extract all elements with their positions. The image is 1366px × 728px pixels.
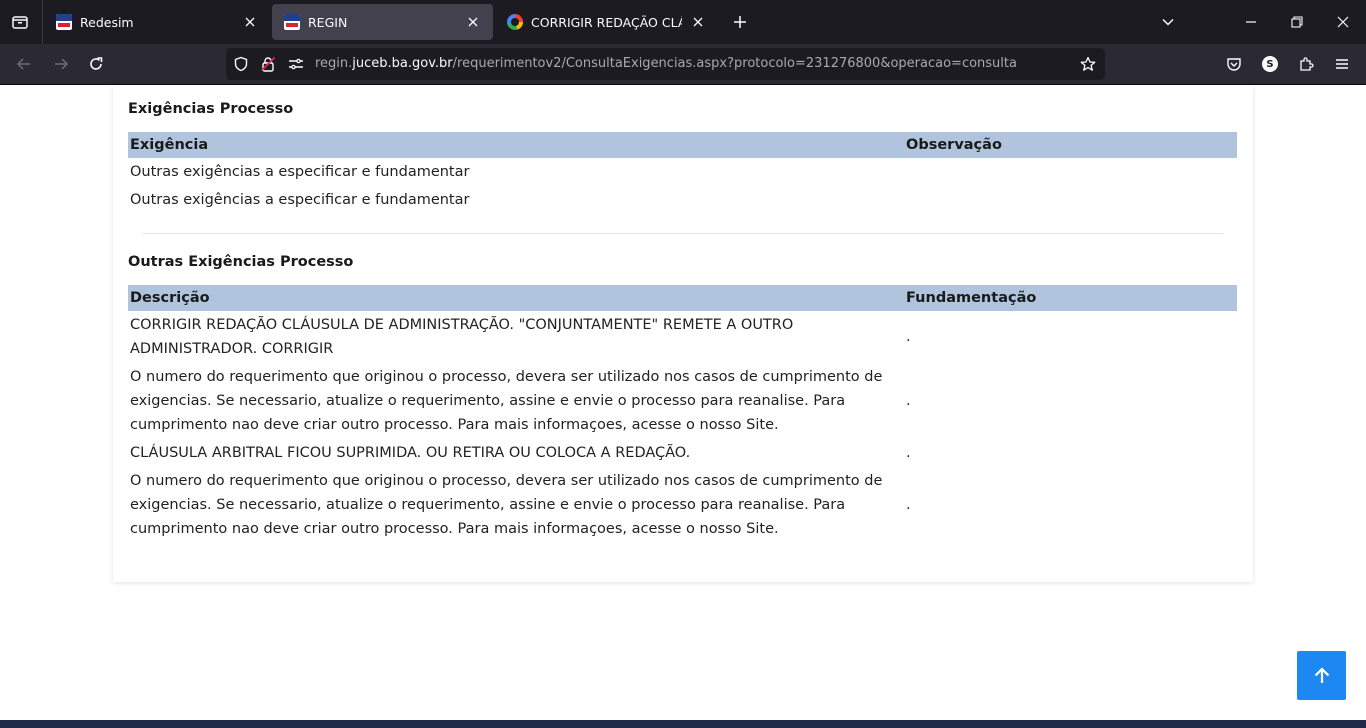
tab-list-icon[interactable] (8, 10, 32, 34)
column-header-observacao: Observação (906, 137, 1002, 153)
close-icon[interactable] (463, 12, 483, 32)
column-header-descricao: Descrição (130, 290, 210, 306)
pocket-icon[interactable] (1222, 52, 1246, 76)
extensions-icon[interactable] (1294, 52, 1318, 76)
page-content: Exigências Processo Exigência Observação… (0, 85, 1366, 720)
section-divider (143, 233, 1223, 234)
insecure-lock-icon[interactable] (259, 55, 277, 73)
column-header-fundamentacao: Fundamentação (906, 290, 1037, 306)
new-tab-icon[interactable] (728, 10, 752, 34)
table-row: Outras exigências a especificar e fundam… (128, 186, 1237, 214)
account-avatar[interactable]: S (1258, 52, 1282, 76)
permissions-icon[interactable] (287, 55, 305, 73)
url-bar[interactable]: regin.juceb.ba.gov.br/requerimentov2/Con… (226, 48, 1105, 80)
close-icon[interactable] (240, 12, 260, 32)
tab-regin[interactable]: REGIN (272, 4, 493, 40)
cell-descricao: CORRIGIR REDAÇÃO CLÁUSULA DE ADMINISTRAÇ… (130, 317, 794, 357)
menu-hamburger-icon[interactable] (1330, 52, 1354, 76)
url-host: juceb.ba.gov.br (352, 56, 453, 71)
chevron-down-icon[interactable] (1154, 8, 1182, 36)
outras-exigencias-table: Descrição Fundamentação CORRIGIR REDAÇÃO… (128, 285, 1237, 543)
url-prefix: regin. (315, 56, 353, 71)
tab-redesim[interactable]: Redesim (44, 4, 270, 40)
bookmark-star-icon[interactable] (1079, 55, 1097, 73)
exigencias-card: Exigências Processo Exigência Observação… (113, 85, 1253, 582)
tab-separator (42, 0, 43, 44)
cell-exigencia: Outras exigências a especificar e fundam… (130, 164, 470, 180)
cell-fundamentacao: . (906, 445, 911, 461)
profile-initial: S (1262, 56, 1278, 72)
taskbar-edge (0, 720, 1366, 728)
ba-flag-icon (284, 14, 300, 30)
tab-label: CORRIGIR REDAÇÃO CLÁUSULA (531, 14, 682, 30)
cell-fundamentacao: . (906, 329, 911, 345)
scroll-to-top-button[interactable] (1297, 651, 1346, 700)
reload-icon[interactable] (84, 52, 108, 76)
url-path: /requerimentov2/ConsultaExigencias.aspx?… (452, 56, 1017, 71)
minimize-icon[interactable] (1237, 8, 1265, 36)
tab-bar: Redesim REGIN CORRIGIR REDAÇÃO CLÁUSULA (0, 0, 1366, 44)
google-icon (507, 14, 523, 30)
url-text[interactable]: regin.juceb.ba.gov.br/requerimentov2/Con… (315, 56, 1017, 71)
tab-google-search[interactable]: CORRIGIR REDAÇÃO CLÁUSULA (495, 4, 718, 40)
cell-descricao: CLÁUSULA ARBITRAL FICOU SUPRIMIDA. OU RE… (130, 445, 691, 461)
table-header: Exigência Observação (128, 132, 1237, 158)
back-arrow-icon[interactable] (12, 52, 36, 76)
restore-icon[interactable] (1283, 8, 1311, 36)
cell-exigencia: Outras exigências a especificar e fundam… (130, 192, 470, 208)
tab-label: Redesim (80, 14, 134, 30)
cell-descricao: O numero do requerimento que originou o … (130, 369, 883, 433)
ba-flag-icon (56, 14, 72, 30)
table-row: CORRIGIR REDAÇÃO CLÁUSULA DE ADMINISTRAÇ… (128, 311, 1237, 363)
table-row: CLÁUSULA ARBITRAL FICOU SUPRIMIDA. OU RE… (128, 439, 1237, 467)
navigation-bar: regin.juceb.ba.gov.br/requerimentov2/Con… (0, 44, 1366, 85)
arrow-up-icon (1314, 666, 1329, 683)
column-header-exigencia: Exigência (130, 137, 209, 153)
window-close-icon[interactable] (1329, 8, 1357, 36)
table-row: O numero do requerimento que originou o … (128, 363, 1237, 439)
exigencias-table: Exigência Observação Outras exigências a… (128, 132, 1237, 214)
section-title-outras-exigencias: Outras Exigências Processo (128, 254, 354, 270)
table-header: Descrição Fundamentação (128, 285, 1237, 311)
forward-arrow-icon[interactable] (49, 52, 73, 76)
cell-fundamentacao: . (906, 497, 911, 513)
table-row: O numero do requerimento que originou o … (128, 467, 1237, 543)
shield-icon[interactable] (232, 55, 250, 73)
table-row: Outras exigências a especificar e fundam… (128, 158, 1237, 186)
cell-fundamentacao: . (906, 393, 911, 409)
close-icon[interactable] (688, 12, 708, 32)
cell-descricao: O numero do requerimento que originou o … (130, 473, 883, 537)
section-title-exigencias: Exigências Processo (128, 101, 294, 117)
tab-label: REGIN (308, 14, 348, 30)
